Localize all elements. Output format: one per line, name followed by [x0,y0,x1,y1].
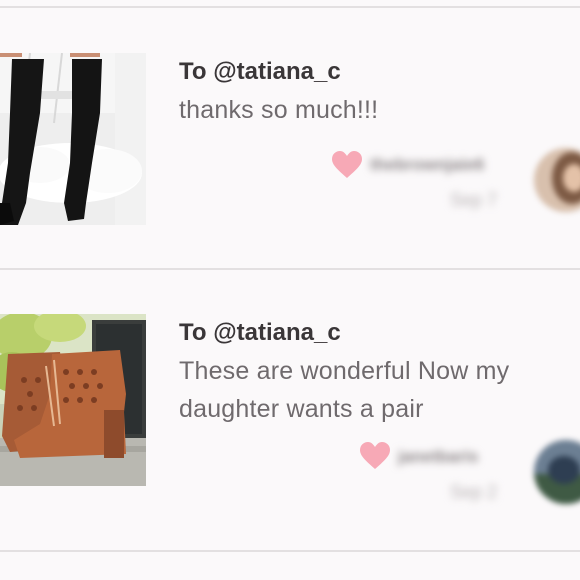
heart-icon[interactable] [332,151,362,179]
commenter-avatar[interactable] [534,440,580,504]
boots-photo-icon [0,53,146,225]
comment-card: lo To @tatiana_c These are wonderful Now… [0,270,580,530]
comment-card: To @tatiana_c thanks so much!!! thebrown… [0,8,580,268]
comment-date: Sep 7 [450,190,498,210]
comment-date: Sep 2 [450,482,498,502]
heart-icon[interactable] [360,442,390,470]
listing-thumbnail[interactable]: lo [0,314,146,486]
listing-thumbnail[interactable] [0,53,146,225]
commenter-username[interactable]: thebrownjaie6 [370,155,484,175]
commenter-username[interactable]: janetbaris [398,447,478,467]
comment-recipient: To @tatiana_c [179,58,341,85]
comment-text: These are wonderful Now my daughter want… [179,357,510,423]
booties-photo-icon: lo [0,314,146,486]
bottom-divider [0,550,580,552]
commenter-avatar[interactable] [534,148,580,212]
comment-recipient: To @tatiana_c [179,319,341,346]
comment-text: thanks so much!!! [179,96,379,124]
